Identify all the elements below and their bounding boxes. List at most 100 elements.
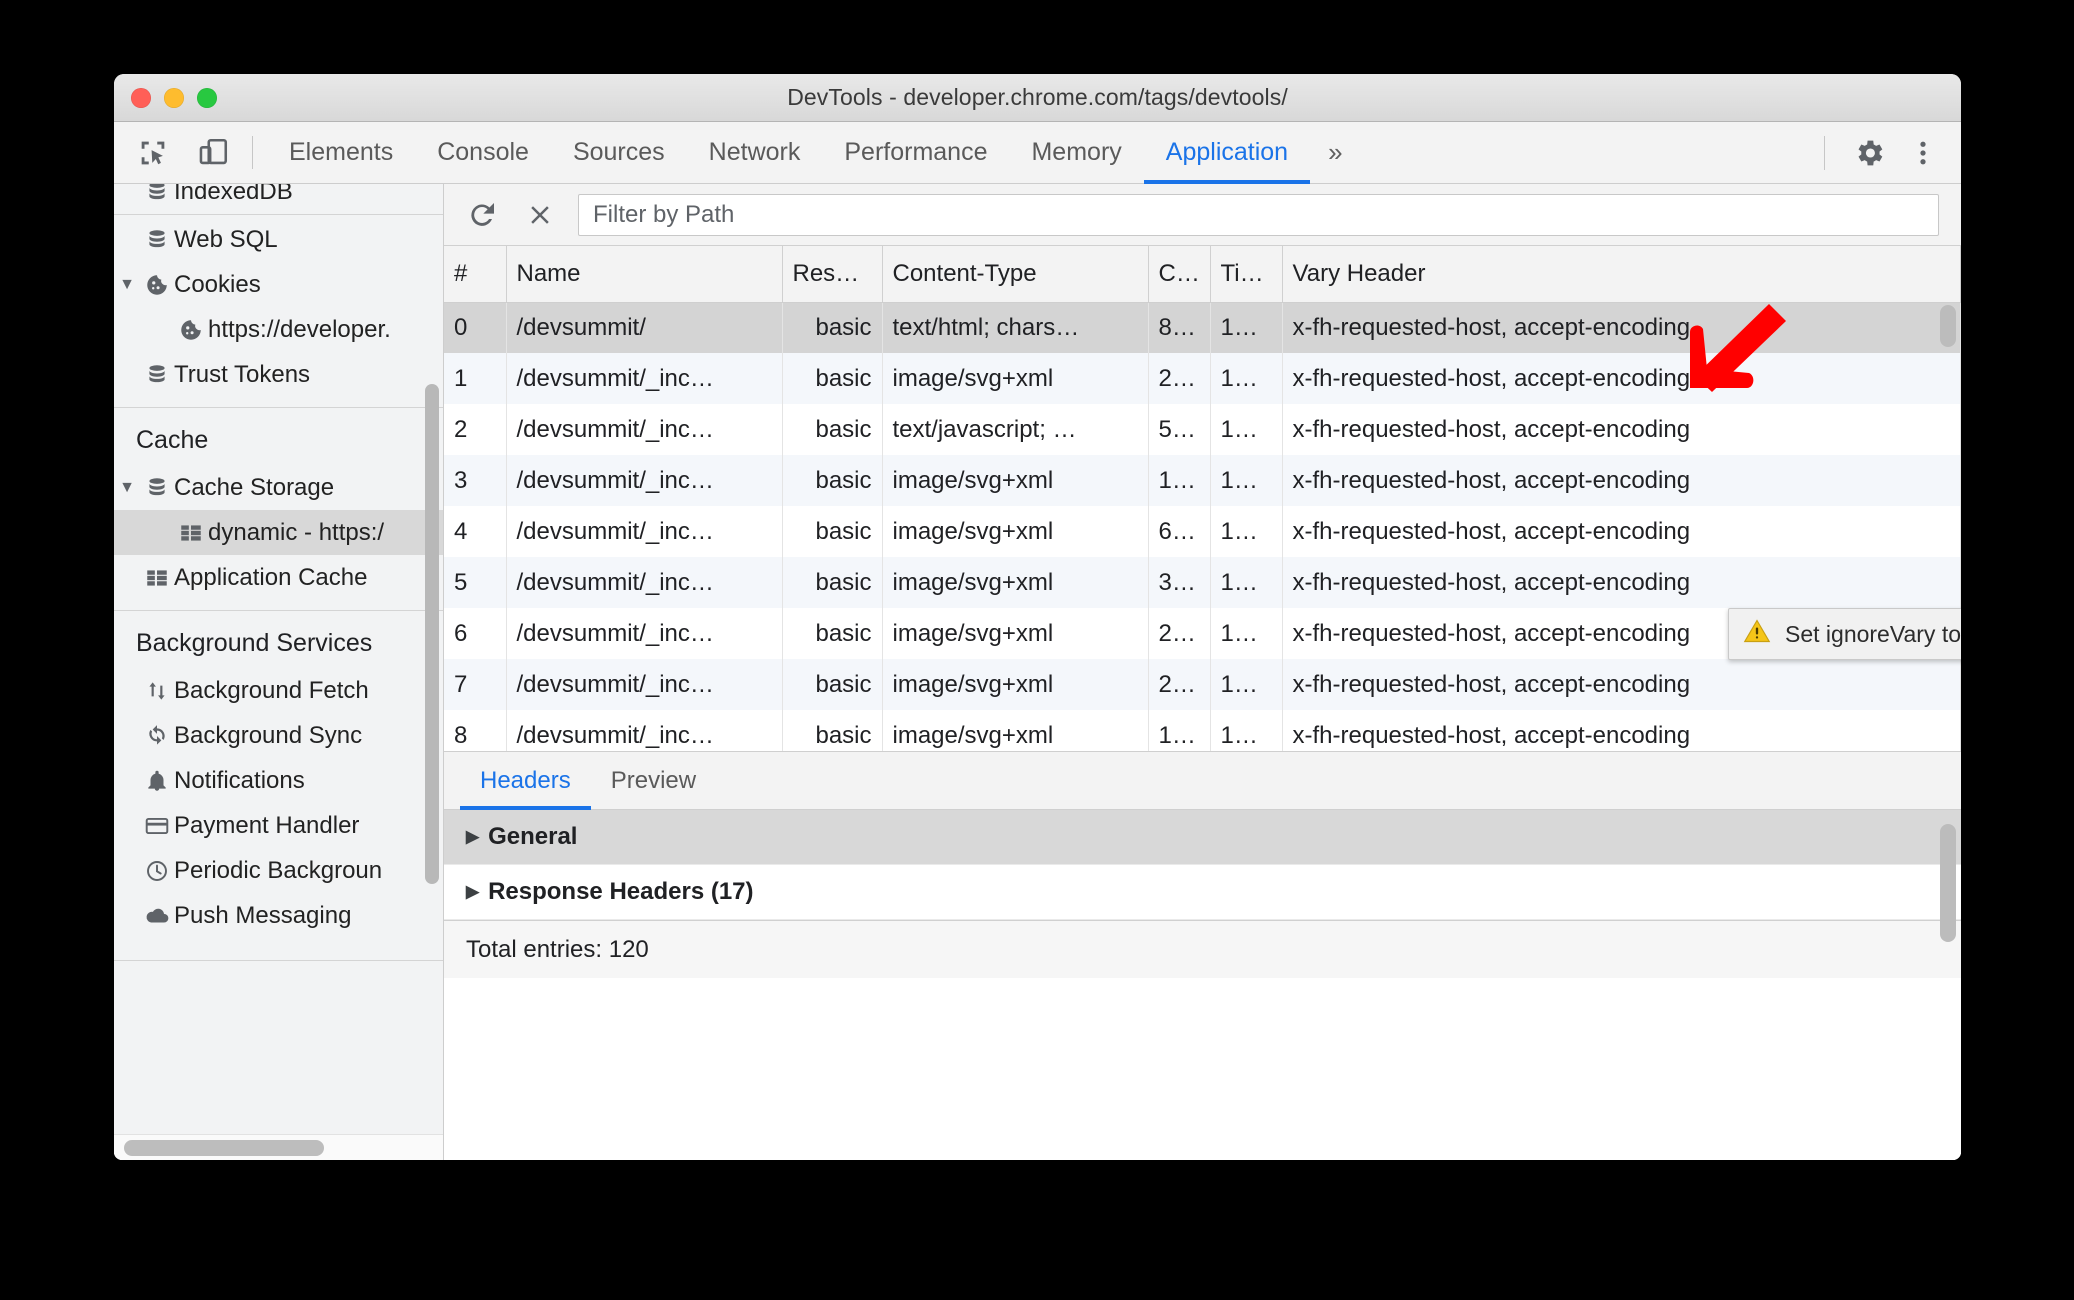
table-row[interactable]: 4 /devsummit/_inc… basic image/svg+xml 6… (444, 506, 1961, 557)
sidebar-item-label: Cache Storage (174, 473, 335, 501)
sidebar-horizontal-scrollbar-track[interactable] (114, 1134, 443, 1160)
sidebar-item-cookie-origin[interactable]: https://developer. (114, 307, 443, 352)
more-tabs-chevron-icon[interactable]: » (1310, 122, 1357, 183)
window-title: DevTools - developer.chrome.com/tags/dev… (787, 84, 1288, 110)
zoom-window-button[interactable] (197, 87, 217, 108)
table-header-row: # Name Res… Content-Type C… Ti… Vary Hea… (444, 246, 1961, 303)
table-icon (174, 520, 208, 546)
sidebar-item-label: Trust Tokens (174, 360, 311, 388)
sidebar-item-push-messaging[interactable]: Push Messaging (114, 893, 443, 938)
chevron-down-icon[interactable]: ▼ (114, 276, 140, 294)
gear-icon[interactable] (1845, 129, 1893, 177)
cell-response-type: basic (782, 404, 883, 455)
cell-content-type: image/svg+xml (882, 710, 1149, 751)
sidebar-item-trust-tokens[interactable]: Trust Tokens (114, 352, 443, 397)
application-sidebar[interactable]: IndexedDB Web SQL ▼ Cookies https://deve… (114, 184, 444, 1160)
tab-label: Memory (1031, 138, 1122, 166)
column-header-content-length[interactable]: C… (1148, 246, 1211, 303)
sidebar-item-application-cache[interactable]: Application Cache (114, 555, 443, 600)
tab-performance[interactable]: Performance (822, 122, 1009, 183)
sidebar-item-cookies[interactable]: ▼ Cookies (114, 262, 443, 307)
drawer-vertical-scrollbar-thumb[interactable] (1940, 824, 1956, 942)
close-icon[interactable] (520, 195, 560, 235)
cell-index: 8 (444, 710, 507, 751)
sidebar-vertical-scrollbar[interactable] (425, 384, 439, 884)
filter-by-path-input[interactable]: Filter by Path (578, 193, 1939, 236)
column-header-time-cached[interactable]: Ti… (1210, 246, 1283, 303)
tab-console[interactable]: Console (415, 122, 551, 183)
accordion-response-headers[interactable]: ▶ Response Headers (17) (444, 865, 1961, 920)
cell-time-cached: 1… (1210, 710, 1283, 751)
column-header-name[interactable]: Name (506, 246, 783, 303)
table-row[interactable]: 3 /devsummit/_inc… basic image/svg+xml 1… (444, 455, 1961, 506)
toolbar-divider (252, 136, 253, 169)
tab-label: Sources (572, 138, 665, 166)
sidebar-item-label: Background Sync (174, 721, 363, 749)
cell-content-type: image/svg+xml (882, 455, 1149, 506)
table-row[interactable]: 7 /devsummit/_inc… basic image/svg+xml 2… (444, 659, 1961, 710)
devtools-tool-icons (132, 122, 252, 183)
filter-placeholder: Filter by Path (593, 200, 735, 228)
sidebar-item-label: Web SQL (174, 225, 278, 253)
cell-name: /devsummit/_inc… (506, 608, 783, 659)
sidebar-item-web-sql[interactable]: Web SQL (114, 217, 443, 262)
cell-content-type: image/svg+xml (882, 659, 1149, 710)
table-row[interactable]: 2 /devsummit/_inc… basic text/javascript… (444, 404, 1961, 455)
tab-headers[interactable]: Headers (460, 752, 591, 810)
refresh-icon[interactable] (462, 195, 502, 235)
chevron-down-icon[interactable]: ▼ (114, 479, 140, 497)
sidebar-section-cache: Cache (136, 426, 209, 454)
chevron-right-icon: ▶ (466, 827, 480, 846)
bell-icon (140, 768, 174, 794)
inspect-element-icon[interactable] (132, 132, 174, 174)
sidebar-item-indexeddb[interactable]: IndexedDB (114, 184, 443, 214)
sidebar-item-payment-handler[interactable]: Payment Handler (114, 803, 443, 848)
table-vertical-scrollbar-track[interactable] (1935, 303, 1961, 751)
tab-elements[interactable]: Elements (267, 122, 415, 183)
cell-content-length: 2… (1148, 659, 1211, 710)
tab-sources[interactable]: Sources (551, 122, 687, 183)
cell-response-type: basic (782, 710, 883, 751)
tab-label: Performance (844, 138, 988, 166)
accordion-general[interactable]: ▶ General (444, 810, 1961, 865)
sidebar-item-background-sync[interactable]: Background Sync (114, 713, 443, 758)
drawer-tabs: Headers Preview (444, 752, 1961, 810)
table-row[interactable]: 5 /devsummit/_inc… basic image/svg+xml 3… (444, 557, 1961, 608)
sidebar-item-notifications[interactable]: Notifications (114, 758, 443, 803)
sidebar-item-periodic-background-sync[interactable]: Periodic Backgroun (114, 848, 443, 893)
table-row[interactable]: 0 /devsummit/ basic text/html; chars… 8…… (444, 302, 1961, 353)
cell-time-cached: 1… (1210, 608, 1283, 659)
sidebar-item-cache-storage[interactable]: ▼ Cache Storage (114, 465, 443, 510)
kebab-menu-icon[interactable] (1899, 129, 1947, 177)
tab-application[interactable]: Application (1143, 122, 1311, 184)
sidebar-item-background-fetch[interactable]: Background Fetch (114, 668, 443, 713)
sidebar-horizontal-scrollbar-thumb[interactable] (124, 1140, 324, 1156)
tab-memory[interactable]: Memory (1009, 122, 1143, 183)
column-header-content-type[interactable]: Content-Type (882, 246, 1149, 303)
tab-preview[interactable]: Preview (591, 752, 716, 809)
minimize-window-button[interactable] (164, 87, 184, 108)
table-row[interactable]: 1 /devsummit/_inc… basic image/svg+xml 2… (444, 353, 1961, 404)
cell-vary-header: x-fh-requested-host, accept-encoding (1282, 404, 1961, 455)
cell-content-type: text/javascript; … (882, 404, 1149, 455)
sidebar-divider (114, 960, 443, 961)
devtools-body: IndexedDB Web SQL ▼ Cookies https://deve… (114, 184, 1961, 1160)
cache-entries-table-container[interactable]: # Name Res… Content-Type C… Ti… Vary Hea… (444, 246, 1961, 751)
sidebar-divider (114, 214, 443, 215)
sidebar-item-dynamic-cache[interactable]: dynamic - https:/ (114, 510, 443, 555)
sidebar-item-label: Cookies (174, 270, 261, 298)
column-header-response-type[interactable]: Res… (782, 246, 883, 303)
column-header-vary-header[interactable]: Vary Header (1282, 246, 1961, 303)
panel-tabs: Elements Console Sources Network Perform… (267, 122, 1358, 184)
cell-time-cached: 1… (1210, 353, 1283, 404)
cell-name: /devsummit/ (506, 302, 783, 353)
close-window-button[interactable] (131, 87, 151, 108)
cell-content-length: 8… (1148, 302, 1211, 353)
tab-network[interactable]: Network (687, 122, 823, 183)
device-toolbar-icon[interactable] (192, 132, 234, 174)
cell-time-cached: 1… (1210, 557, 1283, 608)
cell-time-cached: 1… (1210, 659, 1283, 710)
table-row[interactable]: 8 /devsummit/_inc… basic image/svg+xml 1… (444, 710, 1961, 751)
table-vertical-scrollbar-thumb[interactable] (1940, 305, 1956, 347)
column-header-index[interactable]: # (444, 246, 507, 303)
